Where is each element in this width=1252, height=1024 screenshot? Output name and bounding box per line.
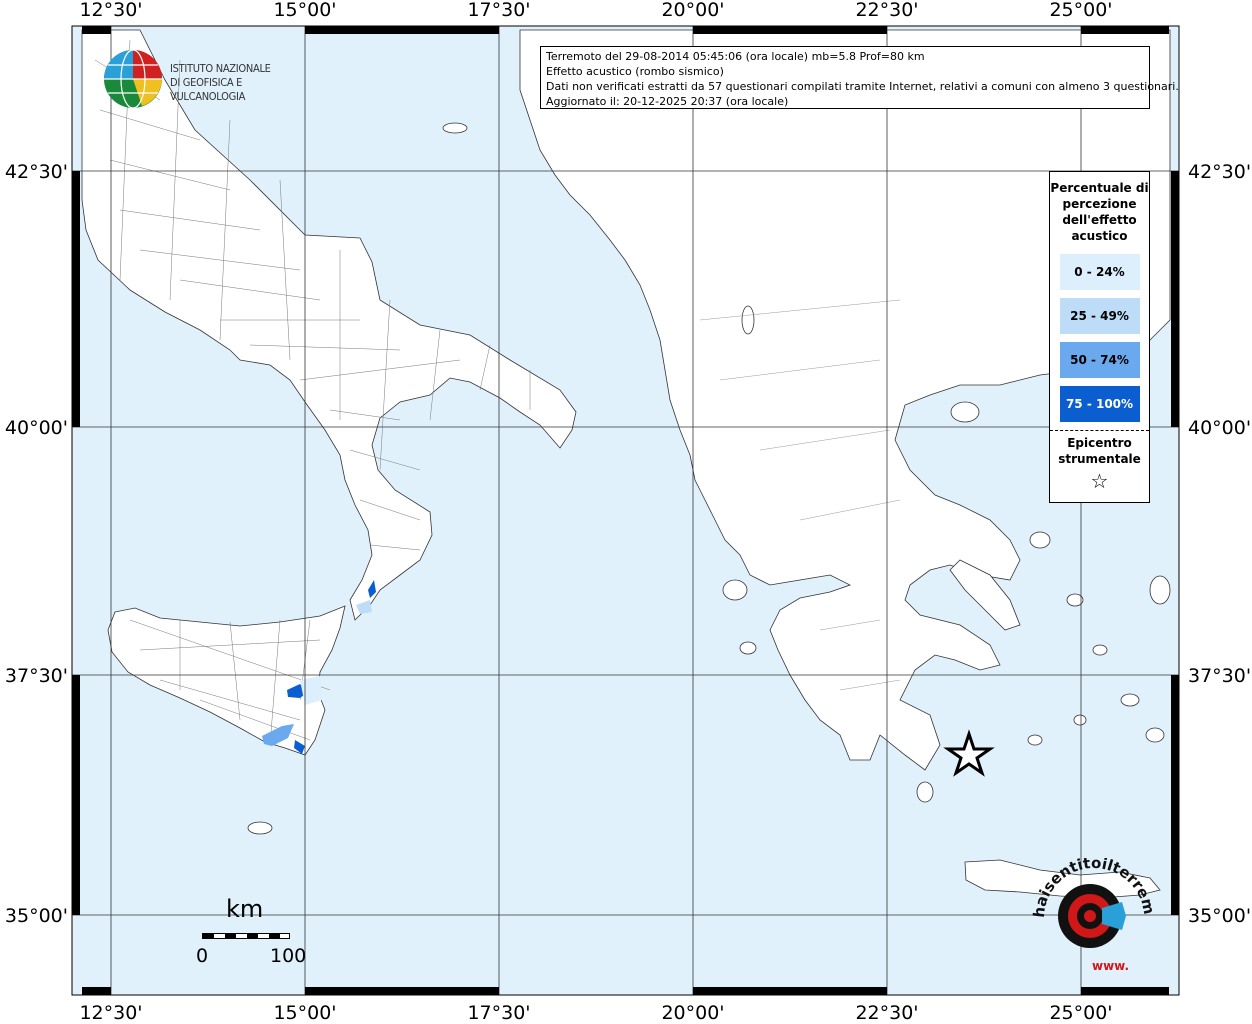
top-tick-label: 25°00' [1049,0,1112,21]
top-tick-label: 12°30' [79,0,142,21]
legend-separator [1050,430,1149,431]
data-note: Dati non verificati estratti da 57 quest… [546,80,1179,93]
left-tick-label: 42°30' [5,161,68,183]
legend-class-25-49: 25 - 49% [1059,298,1140,334]
top-tick-label: 15°00' [273,0,336,21]
right-tick-label: 35°00' [1188,905,1251,927]
legend-class-50-74: 50 - 74% [1059,342,1140,378]
left-tick-label: 40°00' [5,417,68,439]
logo-line-1: ISTITUTO NAZIONALE [170,62,271,75]
star-outline-icon: ☆ [1090,469,1109,493]
scale-end: 100 [270,945,307,967]
legend-epicenter-label: Epicentro strumentale [1058,436,1141,466]
bottom-tick-label: 25°00' [1049,1002,1112,1024]
legend: Percentuale di percezione dell'effetto a… [1049,171,1150,503]
event-title: Terremoto del 29-08-2014 05:45:06 (ora l… [546,50,925,63]
effect-type: Effetto acustico (rombo sismico) [546,65,724,78]
left-tick-label: 37°30' [5,665,68,687]
scale-bar-graphic [202,933,290,939]
scale-start: 0 [196,945,209,967]
watermark-url-prefix: www. [1092,959,1129,973]
top-tick-label: 17°30' [467,0,530,21]
bottom-tick-label: 20°00' [661,1002,724,1024]
ingv-globe-icon [104,49,162,109]
scale-unit: km [226,895,264,923]
right-tick-label: 42°30' [1188,161,1251,183]
scale-bar: km 0 100 [190,895,320,975]
updated-at: Aggiornato il: 20-12-2025 20:37 (ora loc… [546,95,789,108]
top-tick-label: 20°00' [661,0,724,21]
ingv-logo: ISTITUTO NAZIONALE DI GEOFISICA E VULCAN… [100,48,310,110]
right-tick-label: 40°00' [1188,417,1251,439]
bottom-tick-label: 15°00' [273,1002,336,1024]
logo-line-2: DI GEOFISICA E VULCANOLOGIA [170,76,246,103]
event-info-box: Terremoto del 29-08-2014 05:45:06 (ora l… [540,46,1179,109]
legend-class-0-24: 0 - 24% [1059,254,1140,290]
left-tick-label: 35°00' [5,905,68,927]
bottom-tick-label: 22°30' [855,1002,918,1024]
legend-title: Percentuale di percezione dell'effetto a… [1050,181,1149,243]
haisentito-logo: haisentitoilterremoto.it www. [1030,858,1158,973]
right-tick-label: 37°30' [1188,665,1251,687]
bottom-tick-label: 17°30' [467,1002,530,1024]
top-tick-label: 22°30' [855,0,918,21]
bottom-tick-label: 12°30' [79,1002,142,1024]
legend-class-75-100: 75 - 100% [1059,386,1140,422]
